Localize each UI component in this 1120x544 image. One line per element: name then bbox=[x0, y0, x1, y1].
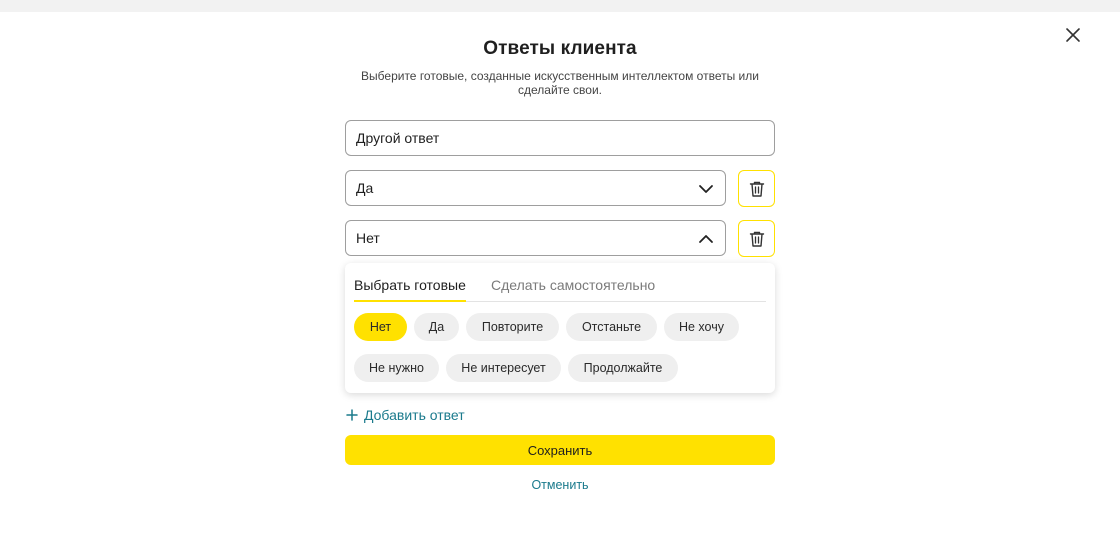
chip-ne-hochu[interactable]: Не хочу bbox=[664, 313, 739, 341]
chip-ne-nuzhno[interactable]: Не нужно bbox=[354, 354, 439, 382]
trash-icon bbox=[749, 231, 764, 247]
add-answer-button[interactable]: Добавить ответ bbox=[345, 405, 465, 425]
chip-ne-interesuet[interactable]: Не интересует bbox=[446, 354, 561, 382]
chip-net[interactable]: Нет bbox=[354, 313, 407, 341]
chip-povtorite[interactable]: Повторите bbox=[466, 313, 559, 341]
answer-select-no[interactable]: Нет bbox=[345, 220, 726, 256]
chevron-up-icon bbox=[699, 235, 713, 243]
trash-icon bbox=[749, 181, 764, 197]
tab-choose-ready[interactable]: Выбрать готовые bbox=[354, 277, 466, 302]
answer-field-value: Да bbox=[356, 180, 374, 196]
dialog-title: Ответы клиента bbox=[483, 38, 637, 59]
top-bar bbox=[0, 0, 1120, 12]
cancel-button[interactable]: Отменить bbox=[0, 478, 1120, 492]
tab-make-own[interactable]: Сделать самостоятельно bbox=[491, 277, 655, 301]
chip-prodolzhayte[interactable]: Продолжайте bbox=[568, 354, 678, 382]
chevron-down-icon bbox=[699, 185, 713, 193]
chip-da[interactable]: Да bbox=[414, 313, 459, 341]
answer-options-tabs: Выбрать готовые Сделать самостоятельно bbox=[354, 275, 766, 302]
chip-otstante[interactable]: Отстаньте bbox=[566, 313, 657, 341]
answer-field-value: Нет bbox=[356, 230, 380, 246]
delete-answer-button[interactable] bbox=[738, 170, 775, 207]
save-button[interactable]: Сохранить bbox=[345, 435, 775, 465]
add-answer-label: Добавить ответ bbox=[364, 407, 465, 423]
answer-options-panel: Выбрать готовые Сделать самостоятельно Н… bbox=[345, 263, 775, 393]
dialog-subtitle: Выберите готовые, созданные искусственны… bbox=[361, 69, 759, 97]
plus-icon bbox=[346, 409, 358, 421]
answer-field-value: Другой ответ bbox=[356, 130, 440, 146]
answer-select-yes[interactable]: Да bbox=[345, 170, 726, 206]
answer-field-other[interactable]: Другой ответ bbox=[345, 120, 775, 156]
delete-answer-button[interactable] bbox=[738, 220, 775, 257]
